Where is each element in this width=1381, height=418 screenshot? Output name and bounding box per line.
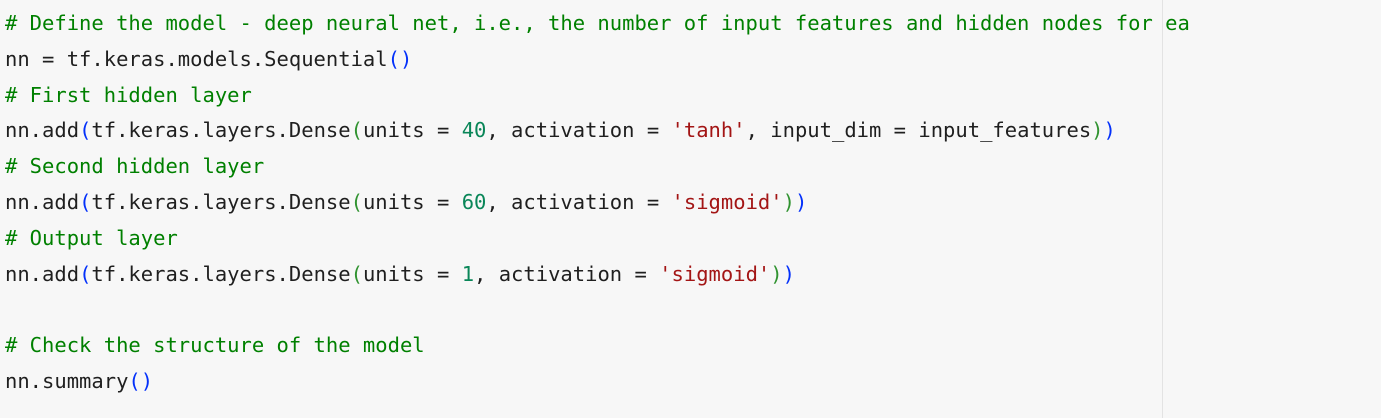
code-token: units = [362,261,462,286]
code-comment: # First hidden layer [5,82,252,107]
code-area[interactable]: # Define the model - deep neural net, i.… [5,6,1190,400]
code-token: , activation = [486,118,672,143]
code-line: # Check the structure of the model [5,328,1190,364]
code-line: nn = tf.keras.models.Sequential() [5,42,1190,78]
code-string: 'sigmoid' [659,261,771,286]
code-comment: # Define the model - deep neural net, i.… [5,11,1190,35]
code-bracket: ) [782,261,795,286]
code-token: tf.keras.layers.Dense [91,189,351,214]
code-cell-editor[interactable]: # Define the model - deep neural net, i.… [0,0,1381,418]
code-bracket: ( [350,189,363,214]
code-line: # Define the model - deep neural net, i.… [5,6,1190,42]
code-string: 'sigmoid' [671,189,783,214]
code-token: nn.add [5,261,80,286]
code-token: units = [362,118,462,143]
code-bracket: ( [79,118,92,143]
code-line: nn.summary() [5,364,1190,400]
code-token: , activation = [474,261,660,286]
code-bracket: ) [1103,118,1116,143]
code-line: nn.add(tf.keras.layers.Dense(units = 1, … [5,257,1190,293]
code-bracket: ( [79,261,92,286]
code-comment: # Check the structure of the model [5,333,425,358]
code-bracket: ) [770,261,783,286]
code-number: 40 [461,118,487,143]
code-line: nn.add(tf.keras.layers.Dense(units = 60,… [5,185,1190,221]
code-line: ​ [5,292,1190,328]
code-bracket: ) [782,189,795,214]
code-bracket: () [387,46,413,71]
code-line: # First hidden layer [5,78,1190,114]
code-token: , input_dim = input_features [745,118,1092,143]
code-string: 'tanh' [671,118,746,143]
code-token: tf.keras.layers.Dense [91,261,351,286]
code-comment: # Second hidden layer [5,154,265,179]
code-token: nn.add [5,118,80,143]
code-bracket: ( [350,261,363,286]
code-token: nn = tf.keras.models.Sequential [5,46,388,71]
code-comment: # Output layer [5,225,178,250]
code-line: # Second hidden layer [5,149,1190,185]
code-line: nn.add(tf.keras.layers.Dense(units = 40,… [5,113,1190,149]
code-number: 60 [461,189,487,214]
code-token: units = [362,189,462,214]
code-number: 1 [461,261,475,286]
code-bracket: ( [79,189,92,214]
code-bracket: ( [350,118,363,143]
code-line: # Output layer [5,221,1190,257]
code-bracket: () [128,368,154,393]
code-token: nn.summary [5,368,129,393]
code-token: nn.add [5,189,80,214]
code-bracket: ) [794,189,808,214]
code-token: tf.keras.layers.Dense [91,118,351,143]
code-bracket: ) [1091,118,1104,143]
code-token: , activation = [486,189,672,214]
